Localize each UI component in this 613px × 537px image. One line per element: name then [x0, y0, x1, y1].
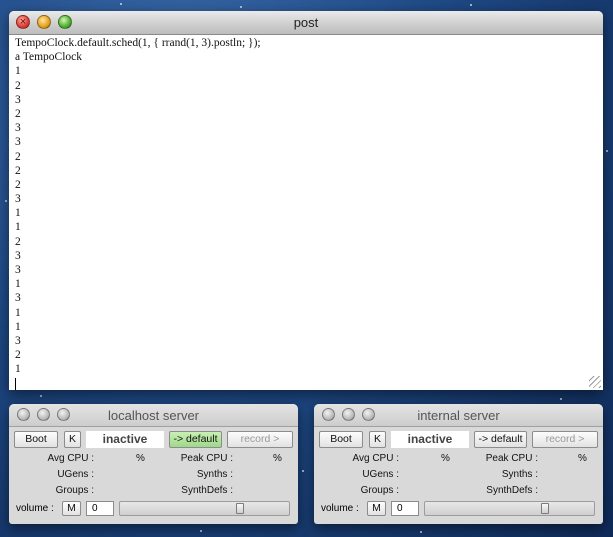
localhost-server-titlebar[interactable]: localhost server	[9, 404, 298, 427]
volume-number-field[interactable]: 0	[86, 501, 114, 516]
post-line: 2	[15, 107, 21, 120]
avg-cpu-percent: %	[441, 453, 450, 464]
volume-number-field[interactable]: 0	[391, 501, 419, 516]
post-line: 3	[15, 136, 21, 149]
status-badge: inactive	[391, 431, 469, 448]
post-line: 3	[15, 249, 21, 262]
avg-cpu-label: Avg CPU :	[352, 453, 400, 464]
synths-label: Synths :	[196, 469, 233, 480]
post-line: 3	[15, 264, 21, 276]
boot-button[interactable]: Boot	[14, 431, 58, 448]
internal-server-window: internal server Boot K inactive -> defau…	[314, 404, 603, 524]
post-line: 3	[15, 292, 21, 305]
volume-label: volume :	[16, 503, 54, 514]
server-title: internal server	[417, 408, 500, 423]
synthdefs-label: SynthDefs :	[486, 485, 538, 496]
internal-server-titlebar[interactable]: internal server	[314, 404, 603, 427]
post-line: TempoClock.default.sched(1, { rrand(1, 3…	[15, 37, 261, 49]
post-line: 1	[15, 65, 21, 78]
make-default-button[interactable]: -> default	[474, 431, 527, 448]
post-line: 3	[15, 93, 21, 106]
peak-cpu-percent: %	[273, 453, 282, 464]
groups-label: Groups :	[360, 485, 399, 496]
post-line: 3	[15, 334, 21, 347]
mute-button[interactable]: M	[62, 501, 81, 516]
volume-slider-thumb[interactable]	[541, 503, 549, 514]
synths-label: Synths :	[501, 469, 538, 480]
post-line: 2	[15, 235, 21, 248]
status-badge: inactive	[86, 431, 164, 448]
post-window-title: post	[293, 15, 319, 30]
post-line: 2	[15, 164, 21, 177]
avg-cpu-label: Avg CPU :	[47, 453, 95, 464]
localhost-server-window: localhost server Boot K inactive -> defa…	[9, 404, 298, 524]
boot-button[interactable]: Boot	[319, 431, 363, 448]
post-line: 2	[15, 79, 21, 92]
post-line: 2	[15, 178, 21, 191]
peak-cpu-label: Peak CPU :	[485, 453, 538, 464]
post-line: 1	[15, 363, 21, 376]
groups-label: Groups :	[55, 485, 94, 496]
record-button[interactable]: record >	[532, 431, 598, 448]
post-line: 1	[15, 207, 21, 220]
peak-cpu-percent: %	[578, 453, 587, 464]
post-line: 1	[15, 320, 21, 333]
make-default-button[interactable]: -> default	[169, 431, 222, 448]
post-line: 1	[15, 221, 21, 234]
post-line: 2	[15, 150, 21, 163]
volume-slider[interactable]	[424, 501, 595, 516]
peak-cpu-label: Peak CPU :	[180, 453, 233, 464]
record-button[interactable]: record >	[227, 431, 293, 448]
kill-button[interactable]: K	[369, 431, 386, 448]
server-title: localhost server	[107, 408, 200, 423]
post-line: 1	[15, 306, 21, 319]
post-line: 3	[15, 193, 21, 206]
post-line: 1	[15, 278, 21, 291]
resize-grip-icon[interactable]	[589, 376, 601, 388]
volume-label: volume :	[321, 503, 359, 514]
post-window: post TempoClock.default.sched(1, { rrand…	[9, 11, 603, 390]
text-cursor	[15, 377, 16, 390]
ugens-label: UGens :	[57, 469, 94, 480]
post-line: a TempoClock	[15, 51, 83, 64]
post-text-area[interactable]: TempoClock.default.sched(1, { rrand(1, 3…	[9, 35, 603, 390]
ugens-label: UGens :	[362, 469, 399, 480]
avg-cpu-percent: %	[136, 453, 145, 464]
synthdefs-label: SynthDefs :	[181, 485, 233, 496]
mute-button[interactable]: M	[367, 501, 386, 516]
post-line: 2	[15, 349, 21, 362]
post-line: 3	[15, 122, 21, 135]
post-window-titlebar[interactable]: post	[9, 11, 603, 35]
volume-slider-thumb[interactable]	[236, 503, 244, 514]
volume-slider[interactable]	[119, 501, 290, 516]
kill-button[interactable]: K	[64, 431, 81, 448]
